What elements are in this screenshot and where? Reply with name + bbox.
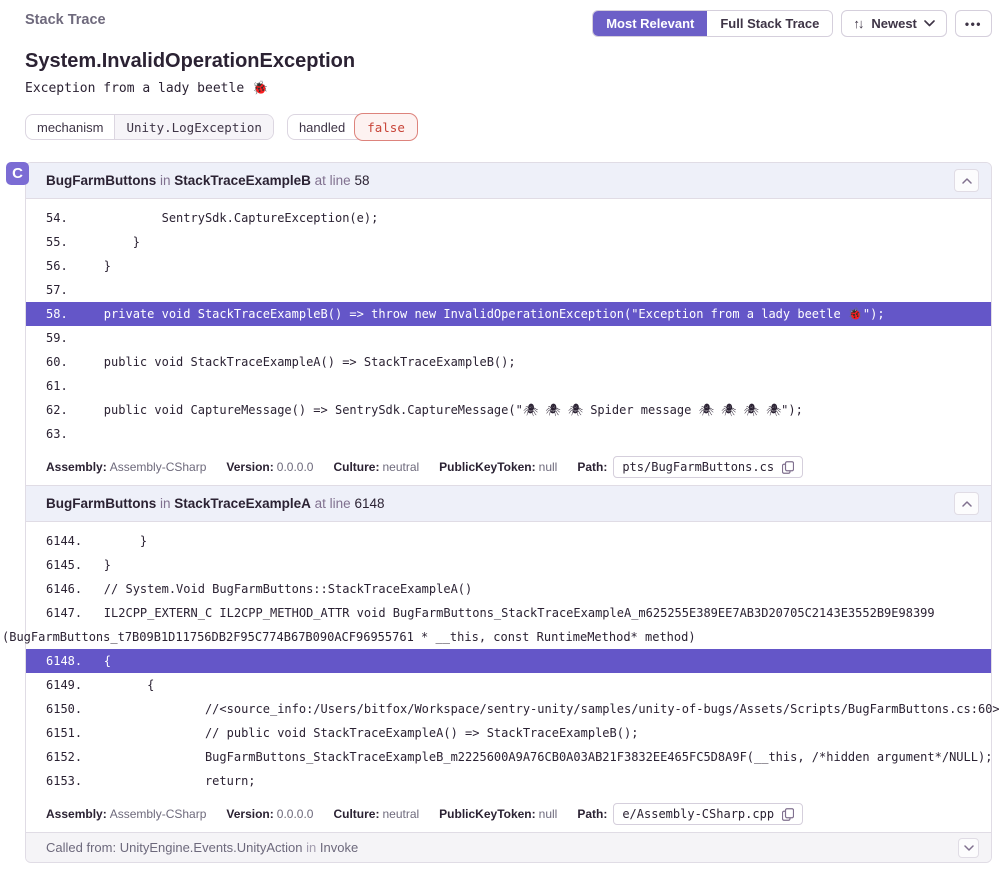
frame-title: BugFarmButtons in StackTraceExampleA at … xyxy=(46,496,385,511)
frame-title: BugFarmButtons in StackTraceExampleB at … xyxy=(46,173,369,188)
code-line: 6152. BugFarmButtons_StackTraceExampleB_… xyxy=(26,745,991,769)
code-line: 56. } xyxy=(26,254,991,278)
chevron-down-icon xyxy=(964,845,974,851)
code-line: 60. public void StackTraceExampleA() => … xyxy=(26,350,991,374)
version-pair: Version:0.0.0.0 xyxy=(226,807,313,821)
tag-key: handled xyxy=(288,115,356,139)
header-actions: Most Relevant Full Stack Trace ↑↓ Newest… xyxy=(592,10,992,37)
code-block: 54. SentrySdk.CaptureException(e);55. }5… xyxy=(26,199,991,451)
code-line: 6150. //<source_info:/Users/bitfox/Works… xyxy=(26,697,991,721)
tag-value: Unity.LogException xyxy=(114,115,272,139)
chevron-down-icon xyxy=(924,20,935,27)
version-pair: Version:0.0.0.0 xyxy=(226,460,313,474)
tag-key: mechanism xyxy=(26,115,114,139)
code-line: 6146. // System.Void BugFarmButtons::Sta… xyxy=(26,577,991,601)
code-line: 55. } xyxy=(26,230,991,254)
path-pair: Path: pts/BugFarmButtons.cs xyxy=(577,456,803,478)
path-box: pts/BugFarmButtons.cs xyxy=(613,456,803,478)
assembly-pair: Assembly:Assembly-CSharp xyxy=(46,460,206,474)
assembly-meta-row: Assembly:Assembly-CSharp Version:0.0.0.0… xyxy=(26,798,991,832)
frame-line-number: 58 xyxy=(354,173,369,188)
tab-full-stack-trace[interactable]: Full Stack Trace xyxy=(707,11,832,36)
copy-path-button[interactable] xyxy=(782,808,794,821)
view-toggle-group: Most Relevant Full Stack Trace xyxy=(592,10,833,37)
called-from-text: Called from: UnityEngine.Events.UnityAct… xyxy=(46,840,358,855)
culture-pair: Culture:neutral xyxy=(333,807,419,821)
code-line: 61. xyxy=(26,374,991,398)
frame-header-2[interactable]: BugFarmButtons in StackTraceExampleA at … xyxy=(26,485,991,522)
code-line: 59. xyxy=(26,326,991,350)
frame-module: BugFarmButtons xyxy=(46,173,156,188)
sort-arrows-icon: ↑↓ xyxy=(853,16,864,31)
copy-path-button[interactable] xyxy=(782,461,794,474)
frame-line-number: 6148 xyxy=(354,496,384,511)
collapse-frame-button[interactable] xyxy=(954,492,979,515)
code-line: 63. xyxy=(26,422,991,446)
path-text: pts/BugFarmButtons.cs xyxy=(622,460,774,474)
path-box: e/Assembly-CSharp.cpp xyxy=(613,803,803,825)
code-line: 62. public void CaptureMessage() => Sent… xyxy=(26,398,991,422)
called-from-label: Called from: xyxy=(46,840,116,855)
assembly-meta-row: Assembly:Assembly-CSharp Version:0.0.0.0… xyxy=(26,451,991,485)
section-title: Stack Trace xyxy=(25,10,106,28)
copy-icon xyxy=(782,461,794,474)
active-code-line: 6148. { xyxy=(26,649,991,673)
code-line: 57. xyxy=(26,278,991,302)
frame-at-line-label: at line xyxy=(315,173,351,188)
frame-module: BugFarmButtons xyxy=(46,496,156,511)
chevron-up-icon xyxy=(962,178,972,184)
frame-function: StackTraceExampleA xyxy=(174,496,311,511)
path-text: e/Assembly-CSharp.cpp xyxy=(622,807,774,821)
exception-message: Exception from a lady beetle 🐞 xyxy=(25,81,992,96)
code-line: 6149. { xyxy=(26,673,991,697)
code-block: 6144. }6145. }6146. // System.Void BugFa… xyxy=(26,522,991,798)
code-line: 6151. // public void StackTraceExampleA(… xyxy=(26,721,991,745)
ellipsis-icon: ••• xyxy=(965,17,982,31)
tag-handled: handled false xyxy=(287,114,417,140)
more-options-button[interactable]: ••• xyxy=(955,10,992,37)
exception-type: System.InvalidOperationException xyxy=(25,50,992,73)
path-pair: Path: e/Assembly-CSharp.cpp xyxy=(577,803,803,825)
tag-value-error: false xyxy=(355,114,417,140)
code-line: 6153. return; xyxy=(26,769,991,793)
code-line: 54. SentrySdk.CaptureException(e); xyxy=(26,206,991,230)
tag-mechanism: mechanism Unity.LogException xyxy=(25,114,274,140)
copy-icon xyxy=(782,808,794,821)
tab-most-relevant[interactable]: Most Relevant xyxy=(593,11,707,36)
called-from-row: Called from: UnityEngine.Events.UnityAct… xyxy=(26,832,991,862)
sort-newest-button[interactable]: ↑↓ Newest xyxy=(841,10,947,37)
caller-in-label: in xyxy=(306,840,316,855)
caller-function: Invoke xyxy=(320,840,358,855)
frame-header-1[interactable]: BugFarmButtons in StackTraceExampleB at … xyxy=(26,163,991,199)
caller-module: UnityEngine.Events.UnityAction xyxy=(120,840,303,855)
code-line: 6147. IL2CPP_EXTERN_C IL2CPP_METHOD_ATTR… xyxy=(26,601,991,625)
frame-in-label: in xyxy=(160,173,171,188)
collapse-frame-button[interactable] xyxy=(954,169,979,192)
tags-row: mechanism Unity.LogException handled fal… xyxy=(25,114,992,140)
sort-button-label: Newest xyxy=(871,16,917,31)
frame-function: StackTraceExampleB xyxy=(174,173,311,188)
stack-trace-container: C BugFarmButtons in StackTraceExampleB a… xyxy=(25,162,992,863)
token-pair: PublicKeyToken:null xyxy=(439,460,557,474)
active-code-line: 58. private void StackTraceExampleB() =>… xyxy=(26,302,991,326)
culture-pair: Culture:neutral xyxy=(333,460,419,474)
code-line-wrapped: (BugFarmButtons_t7B09B1D11756DB2F95C774B… xyxy=(2,625,991,649)
frame-in-label: in xyxy=(160,496,171,511)
code-line: 6144. } xyxy=(26,529,991,553)
assembly-pair: Assembly:Assembly-CSharp xyxy=(46,807,206,821)
frame-at-line-label: at line xyxy=(315,496,351,511)
expand-caller-button[interactable] xyxy=(958,838,979,858)
csharp-platform-icon: C xyxy=(6,162,29,185)
chevron-up-icon xyxy=(962,501,972,507)
stack-trace-panel: Stack Trace Most Relevant Full Stack Tra… xyxy=(0,0,999,871)
token-pair: PublicKeyToken:null xyxy=(439,807,557,821)
code-line: 6145. } xyxy=(26,553,991,577)
panel-header: Stack Trace Most Relevant Full Stack Tra… xyxy=(25,10,992,37)
